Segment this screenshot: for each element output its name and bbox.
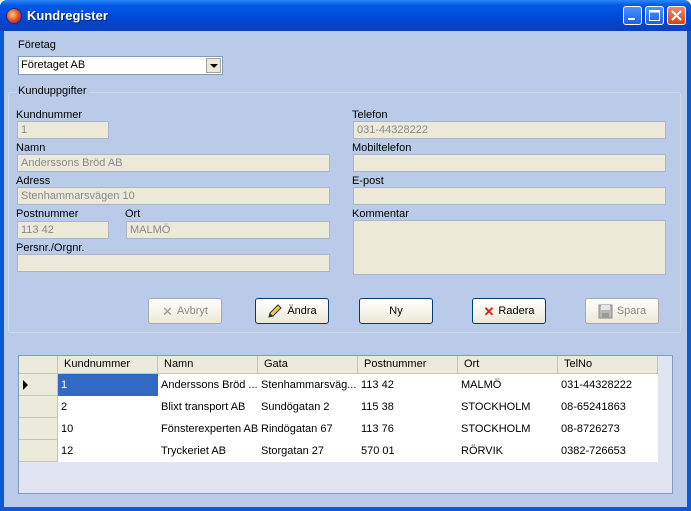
mobiltelefon-label: Mobiltelefon [352, 142, 412, 154]
spara-button[interactable]: Spara [585, 298, 659, 324]
column-header[interactable]: Namn [158, 356, 258, 373]
table-cell[interactable]: MALMÖ [458, 374, 558, 396]
table-cell[interactable]: 08-65241863 [558, 396, 658, 418]
column-header[interactable]: TelNo [558, 356, 658, 373]
persnr-field[interactable] [17, 254, 330, 272]
table-cell[interactable]: 031-44328222 [558, 374, 658, 396]
row-selector[interactable] [19, 374, 58, 396]
adress-field[interactable]: Stenhammarsvägen 10 [17, 187, 330, 205]
kommentar-label: Kommentar [352, 208, 409, 220]
telefon-label: Telefon [352, 109, 388, 121]
pencil-icon [268, 304, 283, 318]
x-icon: ✕ [483, 303, 495, 319]
table-cell[interactable]: 2 [58, 396, 158, 418]
row-selector[interactable] [19, 396, 58, 418]
table-row[interactable]: 12 Tryckeriet AB Storgatan 27 570 01 RÖR… [19, 440, 658, 462]
ort-label: Ort [125, 208, 141, 220]
ny-label: Ny [389, 305, 403, 317]
app-window: Kundregister Företag Företaget AB Kundup… [0, 0, 691, 511]
table-cell[interactable]: 1 [58, 374, 158, 396]
table-cell[interactable]: 12 [58, 440, 158, 462]
andra-button[interactable]: Ändra [255, 298, 329, 324]
kommentar-field[interactable] [353, 220, 666, 275]
close-button[interactable] [667, 6, 686, 25]
mobiltelefon-field[interactable] [353, 154, 666, 172]
namn-field[interactable]: Anderssons Bröd AB [17, 154, 330, 172]
namn-label: Namn [16, 142, 46, 154]
client-area: Företag Företaget AB Kunduppgifter Kundn… [4, 31, 687, 507]
table-cell[interactable]: 115 38 [358, 396, 458, 418]
minimize-button[interactable] [623, 6, 642, 25]
customer-details-group: Kunduppgifter Kundnummer 1 Namn Andersso… [8, 85, 681, 333]
ny-button[interactable]: Ny [359, 298, 433, 324]
row-selector[interactable] [19, 418, 58, 440]
grid-corner [19, 356, 58, 373]
table-cell[interactable]: Anderssons Bröd ... [158, 374, 258, 396]
column-header[interactable]: Gata [258, 356, 358, 373]
chevron-down-icon[interactable] [206, 58, 221, 73]
radera-label: Radera [498, 305, 535, 317]
company-label: Företag [18, 39, 56, 51]
epost-label: E-post [352, 175, 384, 187]
adress-label: Adress [16, 175, 51, 187]
kundnummer-label: Kundnummer [16, 109, 83, 121]
column-header[interactable]: Postnummer [358, 356, 458, 373]
avbryt-button[interactable]: ✕ Avbryt [148, 298, 222, 324]
table-cell[interactable]: Fönsterexperten AB [158, 418, 258, 440]
table-cell[interactable]: Rindögatan 67 [258, 418, 358, 440]
floppy-icon [598, 304, 613, 318]
andra-label: Ändra [287, 305, 317, 317]
table-cell[interactable]: Storgatan 27 [258, 440, 358, 462]
table-cell[interactable]: 570 01 [358, 440, 458, 462]
minimize-icon [628, 18, 635, 20]
table-cell[interactable]: Tryckeriet AB [158, 440, 258, 462]
x-icon: ✕ [162, 303, 173, 319]
table-cell[interactable]: 0382-726653 [558, 440, 658, 462]
table-cell[interactable]: STOCKHOLM [458, 396, 558, 418]
column-header[interactable]: Ort [458, 356, 558, 373]
spara-label: Spara [616, 305, 647, 317]
close-icon [671, 10, 682, 21]
avbryt-label: Avbryt [176, 305, 208, 317]
table-cell[interactable]: Sundögatan 2 [258, 396, 358, 418]
maximize-button[interactable] [645, 6, 664, 25]
table-cell[interactable]: Blixt transport AB [158, 396, 258, 418]
row-selector[interactable] [19, 440, 58, 462]
persnr-label: Persnr./Orgnr. [16, 242, 85, 254]
table-row[interactable]: 1 Anderssons Bröd ... Stenhammarsväg... … [19, 374, 658, 396]
customer-grid[interactable]: Kundnummer Namn Gata Postnummer Ort TelN… [18, 355, 673, 494]
table-row[interactable]: 10 Fönsterexperten AB Rindögatan 67 113 … [19, 418, 658, 440]
table-row[interactable]: 2 Blixt transport AB Sundögatan 2 115 38… [19, 396, 658, 418]
column-header[interactable]: Kundnummer [58, 356, 158, 373]
maximize-icon [649, 10, 660, 21]
company-select[interactable]: Företaget AB [18, 56, 223, 75]
grid-header: Kundnummer Namn Gata Postnummer Ort TelN… [19, 356, 658, 374]
window-title: Kundregister [27, 8, 108, 23]
table-cell[interactable]: 08-8726273 [558, 418, 658, 440]
ort-field[interactable]: MALMÖ [126, 221, 330, 239]
epost-field[interactable] [353, 187, 666, 205]
kundnummer-field[interactable]: 1 [17, 121, 109, 139]
customer-details-legend: Kunduppgifter [16, 85, 89, 97]
table-cell[interactable]: RÖRVIK [458, 440, 558, 462]
table-cell[interactable]: Stenhammarsväg... [258, 374, 358, 396]
postnummer-label: Postnummer [16, 208, 79, 220]
table-cell[interactable]: 113 76 [358, 418, 458, 440]
table-cell[interactable]: 10 [58, 418, 158, 440]
table-cell[interactable]: STOCKHOLM [458, 418, 558, 440]
app-icon [6, 8, 22, 24]
table-cell[interactable]: 113 42 [358, 374, 458, 396]
company-selected-value: Företaget AB [21, 59, 86, 71]
title-bar[interactable]: Kundregister [0, 0, 691, 31]
radera-button[interactable]: ✕ Radera [472, 298, 546, 324]
telefon-field[interactable]: 031-44328222 [353, 121, 666, 139]
postnummer-field[interactable]: 113 42 [17, 221, 109, 239]
